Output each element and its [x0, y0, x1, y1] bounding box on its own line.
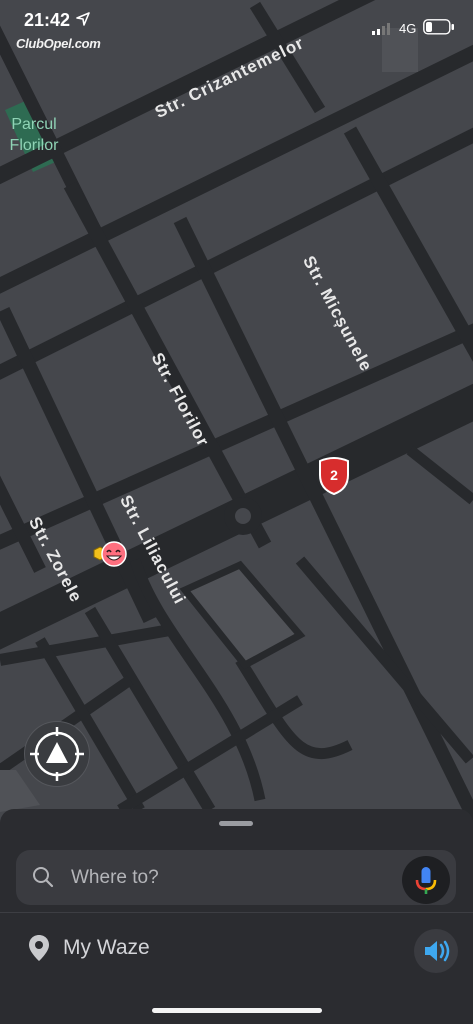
route-shield: 2 [316, 457, 352, 495]
search-icon [33, 867, 54, 888]
user-avatar[interactable] [90, 539, 130, 571]
signal-icon [372, 23, 390, 35]
microphone-icon [415, 867, 437, 894]
speaker-icon [425, 940, 450, 962]
location-arrow-icon [76, 12, 90, 26]
location-pin-icon [29, 935, 49, 961]
network-type: 4G [399, 21, 417, 36]
sound-button[interactable] [414, 929, 458, 973]
home-indicator[interactable] [152, 1008, 322, 1013]
status-bar: 21:42 ClubOpel.com 4G [0, 0, 473, 51]
status-time: 21:42 [24, 10, 71, 30]
search-bar[interactable]: Where to? [16, 850, 456, 905]
battery-icon [423, 19, 454, 35]
watermark: ClubOpel.com [16, 36, 101, 51]
bottom-sheet: Where to? My Waze [0, 809, 473, 1024]
wazer-icon [93, 541, 127, 567]
sheet-divider [0, 912, 473, 913]
voice-search-button[interactable] [402, 856, 450, 904]
sheet-drag-handle[interactable] [219, 821, 253, 826]
route-number: 2 [330, 467, 338, 483]
my-waze-link[interactable]: My Waze [63, 936, 150, 960]
recenter-button[interactable] [24, 721, 90, 787]
search-input[interactable]: Where to? [71, 867, 159, 889]
park-label: Parcul Florilor [9, 116, 59, 154]
compass-icon [30, 727, 84, 781]
